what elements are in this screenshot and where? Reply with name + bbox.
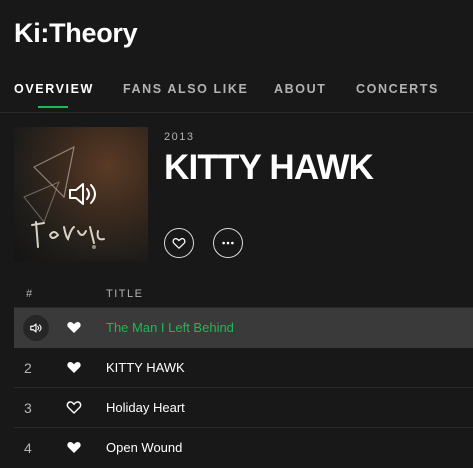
column-header-title[interactable]: TITLE	[106, 288, 143, 300]
heart-filled-icon[interactable]	[66, 439, 82, 455]
tab-overview[interactable]: OVERVIEW	[14, 82, 94, 96]
album-cover[interactable]	[14, 127, 148, 261]
track-title: KITTY HAWK	[106, 360, 185, 375]
tab-fans-also-like[interactable]: FANS ALSO LIKE	[123, 82, 248, 96]
tab-bar: OVERVIEW FANS ALSO LIKE ABOUT CONCERTS	[0, 82, 473, 112]
track-number: 2	[24, 360, 32, 376]
track-row[interactable]: 3 Holiday Heart	[14, 388, 473, 428]
heart-outline-icon	[172, 238, 186, 249]
more-options-button[interactable]	[213, 228, 243, 258]
track-row[interactable]: 2 KITTY HAWK	[14, 348, 473, 388]
track-number: 3	[24, 400, 32, 416]
track-title: The Man I Left Behind	[106, 320, 234, 335]
track-title: Open Wound	[106, 440, 183, 455]
like-album-button[interactable]	[164, 228, 194, 258]
album-title[interactable]: KITTY HAWK	[164, 148, 374, 188]
tabs-divider	[0, 112, 473, 113]
heart-outline-icon[interactable]	[66, 399, 82, 415]
speaker-icon	[66, 177, 100, 211]
heart-filled-icon[interactable]	[66, 359, 82, 375]
now-playing-speaker-icon[interactable]	[23, 315, 49, 341]
tab-about[interactable]: ABOUT	[274, 82, 326, 96]
album-year: 2013	[164, 131, 195, 143]
more-dots-icon	[222, 241, 234, 245]
artist-name: Ki:Theory	[14, 18, 138, 48]
track-row[interactable]: The Man I Left Behind	[14, 308, 473, 348]
track-row[interactable]: 4 Open Wound	[14, 428, 473, 468]
track-title: Holiday Heart	[106, 400, 185, 415]
column-header-number: #	[26, 288, 34, 300]
heart-filled-icon[interactable]	[66, 319, 82, 335]
track-number: 4	[24, 440, 32, 456]
tab-concerts[interactable]: CONCERTS	[356, 82, 439, 96]
active-tab-indicator	[38, 106, 68, 108]
